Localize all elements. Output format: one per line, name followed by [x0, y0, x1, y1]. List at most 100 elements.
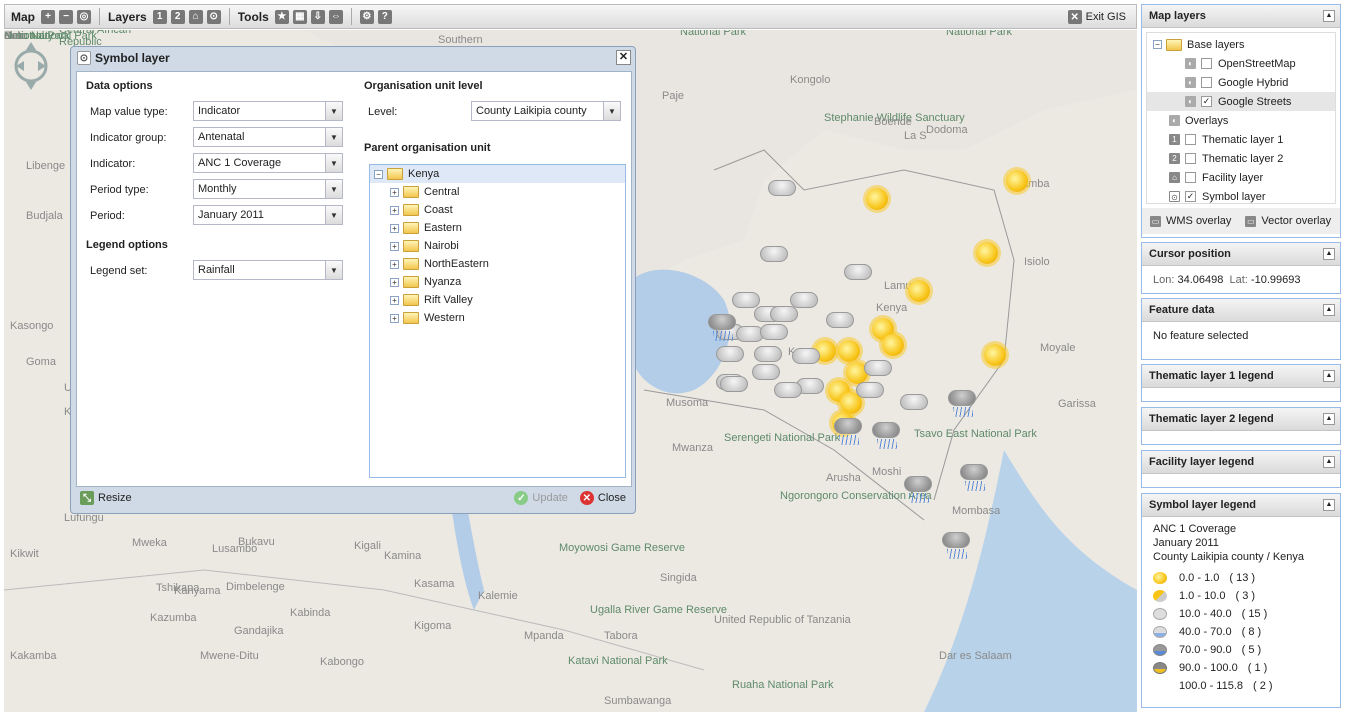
collapse-icon[interactable]: −: [374, 169, 383, 179]
indicator-select[interactable]: ANC 1 Coverage ▼: [193, 153, 343, 173]
cloud-symbol-icon[interactable]: [716, 346, 744, 362]
tree-node[interactable]: + NorthEastern: [370, 255, 625, 273]
cursor-position-header[interactable]: Cursor position ▲: [1142, 243, 1340, 266]
chevron-down-icon[interactable]: ▼: [603, 102, 620, 120]
chevron-down-icon[interactable]: ▼: [325, 206, 342, 224]
update-button[interactable]: ✓ Update: [514, 491, 568, 505]
collapse-icon[interactable]: ▲: [1323, 370, 1335, 382]
close-button[interactable]: ✕ Close: [579, 491, 626, 505]
layer-openstreetmap[interactable]: ◐ OpenStreetMap: [1147, 54, 1335, 73]
collapse-icon[interactable]: ▲: [1323, 413, 1335, 425]
layer-facility[interactable]: ⌂ Facility layer: [1147, 168, 1335, 187]
download-icon[interactable]: ⇩: [310, 9, 325, 24]
center-map-icon[interactable]: ◎: [77, 9, 91, 24]
layer-checkbox-checked[interactable]: ✓: [1185, 191, 1196, 202]
expand-icon[interactable]: +: [390, 205, 399, 215]
tree-node[interactable]: + Nairobi: [370, 237, 625, 255]
tree-node[interactable]: + Rift Valley: [370, 291, 625, 309]
sun-symbol-icon[interactable]: [882, 334, 904, 356]
rain-cloud-symbol-icon[interactable]: [960, 464, 988, 491]
symbol-layer-icon[interactable]: ⊙: [206, 9, 221, 24]
tree-node[interactable]: + Central: [370, 183, 625, 201]
resize-button[interactable]: ⤡ Resize: [80, 491, 132, 505]
pan-control[interactable]: [14, 40, 48, 92]
chevron-down-icon[interactable]: ▼: [325, 102, 342, 120]
sun-symbol-icon[interactable]: [908, 280, 930, 302]
expand-icon[interactable]: +: [390, 277, 399, 287]
cloud-symbol-icon[interactable]: [752, 364, 780, 380]
rain-cloud-symbol-icon[interactable]: [948, 390, 976, 417]
expand-icon[interactable]: +: [390, 187, 399, 197]
thematic-layer-2-button[interactable]: 2: [170, 9, 185, 24]
facility-legend-header[interactable]: Facility layer legend ▲: [1142, 451, 1340, 474]
measure-icon[interactable]: ⇔: [328, 9, 343, 24]
base-layers-node[interactable]: − Base layers: [1147, 35, 1335, 54]
cloud-symbol-icon[interactable]: [760, 246, 788, 262]
cloud-symbol-icon[interactable]: [720, 376, 748, 392]
collapse-icon[interactable]: ▲: [1323, 304, 1335, 316]
sun-symbol-icon[interactable]: [866, 188, 888, 210]
settings-gear-icon[interactable]: ⚙: [359, 9, 374, 24]
thematic-layer-1-button[interactable]: 1: [152, 9, 167, 24]
cloud-symbol-icon[interactable]: [770, 306, 798, 322]
layer-checkbox[interactable]: [1185, 134, 1196, 145]
layer-google-streets[interactable]: ◐ ✓ Google Streets: [1147, 92, 1335, 111]
layer-google-hybrid[interactable]: ◐ Google Hybrid: [1147, 73, 1335, 92]
dialog-close-icon[interactable]: ✕: [616, 50, 631, 65]
thematic-1-legend-header[interactable]: Thematic layer 1 legend ▲: [1142, 365, 1340, 388]
layer-thematic-1[interactable]: 1 Thematic layer 1: [1147, 130, 1335, 149]
cloud-symbol-icon[interactable]: [732, 292, 760, 308]
level-select[interactable]: County Laikipia county ▼: [471, 101, 621, 121]
help-icon[interactable]: ?: [377, 9, 392, 24]
rain-cloud-symbol-icon[interactable]: [872, 422, 900, 449]
exit-gis-button[interactable]: ✕ Exit GIS: [1067, 10, 1126, 24]
map-value-type-select[interactable]: Indicator ▼: [193, 101, 343, 121]
zoom-out-icon[interactable]: −: [59, 9, 73, 24]
layer-checkbox-checked[interactable]: ✓: [1201, 96, 1212, 107]
cloud-symbol-icon[interactable]: [826, 312, 854, 328]
expand-icon[interactable]: +: [390, 295, 399, 305]
layer-checkbox[interactable]: [1185, 172, 1196, 183]
cloud-symbol-icon[interactable]: [790, 292, 818, 308]
chevron-down-icon[interactable]: ▼: [325, 261, 342, 279]
layer-checkbox[interactable]: [1201, 58, 1212, 69]
sun-symbol-icon[interactable]: [984, 344, 1006, 366]
collapse-icon[interactable]: ▲: [1323, 456, 1335, 468]
collapse-icon[interactable]: ▲: [1323, 10, 1335, 22]
feature-data-header[interactable]: Feature data ▲: [1142, 299, 1340, 322]
thematic-2-legend-header[interactable]: Thematic layer 2 legend ▲: [1142, 408, 1340, 431]
wms-overlay-button[interactable]: ▭ WMS overlay: [1150, 215, 1231, 227]
layer-checkbox[interactable]: [1185, 153, 1196, 164]
cloud-symbol-icon[interactable]: [768, 180, 796, 196]
layer-symbol[interactable]: ⊙ ✓ Symbol layer: [1147, 187, 1335, 206]
expand-icon[interactable]: +: [390, 223, 399, 233]
cloud-symbol-icon[interactable]: [856, 382, 884, 398]
layer-checkbox[interactable]: [1201, 77, 1212, 88]
period-select[interactable]: January 2011 ▼: [193, 205, 343, 225]
map-layers-header[interactable]: Map layers ▲: [1142, 5, 1340, 28]
cloud-symbol-icon[interactable]: [864, 360, 892, 376]
legend-set-select[interactable]: Rainfall ▼: [193, 260, 343, 280]
rain-cloud-symbol-icon[interactable]: [942, 532, 970, 559]
sun-symbol-icon[interactable]: [838, 340, 860, 362]
cloud-symbol-icon[interactable]: [900, 394, 928, 410]
chevron-down-icon[interactable]: ▼: [325, 128, 342, 146]
cloud-symbol-icon[interactable]: [760, 324, 788, 340]
overlays-node[interactable]: ◐ Overlays: [1147, 111, 1335, 130]
cloud-symbol-icon[interactable]: [844, 264, 872, 280]
collapse-icon[interactable]: −: [1153, 40, 1162, 49]
facility-layer-icon[interactable]: ⌂: [188, 9, 203, 24]
tree-node[interactable]: + Coast: [370, 201, 625, 219]
collapse-icon[interactable]: ▲: [1323, 499, 1335, 511]
vector-overlay-button[interactable]: ▭ Vector overlay: [1245, 215, 1331, 227]
collapse-icon[interactable]: ▲: [1323, 248, 1335, 260]
grid-icon[interactable]: ▦: [292, 9, 307, 24]
indicator-group-select[interactable]: Antenatal ▼: [193, 127, 343, 147]
tree-node[interactable]: + Eastern: [370, 219, 625, 237]
rain-cloud-symbol-icon[interactable]: [708, 314, 736, 341]
favorites-star-icon[interactable]: ★: [274, 9, 289, 24]
tree-node-root[interactable]: − Kenya: [370, 165, 625, 183]
expand-icon[interactable]: +: [390, 241, 399, 251]
sun-symbol-icon[interactable]: [1006, 170, 1028, 192]
chevron-down-icon[interactable]: ▼: [325, 154, 342, 172]
